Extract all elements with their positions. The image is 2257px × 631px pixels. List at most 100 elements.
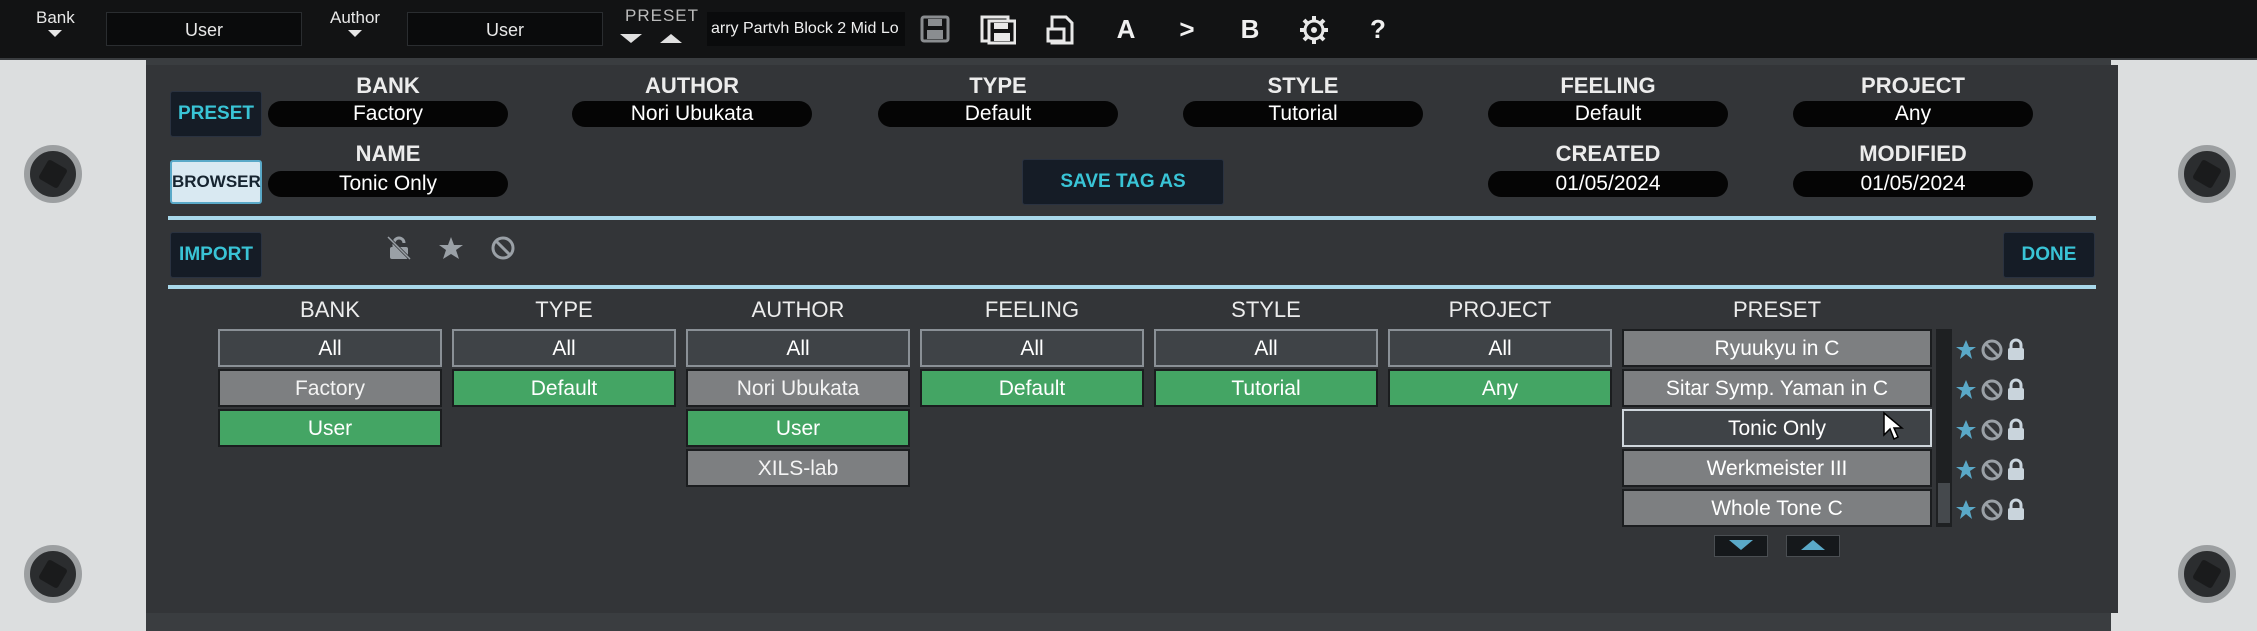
chevron-down-icon <box>1729 540 1753 550</box>
ban-icon <box>1981 339 2003 361</box>
author-dropdown-label: Author <box>330 8 381 27</box>
copy-a-to-b-button[interactable]: > <box>1165 10 1209 48</box>
list-item-project-any[interactable]: Any <box>1388 369 1612 407</box>
ban-filter-icon[interactable] <box>490 235 516 261</box>
bank-field[interactable]: User <box>106 12 302 46</box>
settings-gear-icon[interactable] <box>1292 10 1336 48</box>
list-item-type-all[interactable]: All <box>452 329 676 367</box>
tag-author-label: AUTHOR <box>644 73 740 98</box>
preset-name-field[interactable]: arry Partvh Block 2 Mid Lo <box>707 12 905 46</box>
tag-modified-value: 01/05/2024 <box>1793 171 2033 197</box>
preset-list-item[interactable]: Sitar Symp. Yaman in C <box>1622 369 1932 407</box>
preset-row-actions <box>1956 418 2026 452</box>
column-header-preset: PRESET <box>1732 297 1822 322</box>
chevron-down-icon <box>48 30 63 37</box>
chevron-up-icon <box>1801 540 1825 550</box>
list-item-author-user[interactable]: User <box>686 409 910 447</box>
page-down-button[interactable] <box>1714 535 1768 557</box>
star-filter-icon[interactable] <box>438 235 464 261</box>
list-item-style-tutorial[interactable]: Tutorial <box>1154 369 1378 407</box>
author-dropdown[interactable]: Author <box>330 8 380 37</box>
list-item-author-xils[interactable]: XILS-lab <box>686 449 910 487</box>
preset-list-item[interactable]: Werkmeister III <box>1622 449 1932 487</box>
list-item-bank-user[interactable]: User <box>218 409 442 447</box>
preset-scrollbar-thumb[interactable] <box>1938 483 1950 523</box>
column-header-project: PROJECT <box>1448 297 1552 322</box>
divider <box>168 285 2096 289</box>
column-header-author: AUTHOR <box>751 297 845 322</box>
list-item-bank-factory[interactable]: Factory <box>218 369 442 407</box>
preset-row-actions <box>1956 458 2026 492</box>
preset-list-item[interactable]: Whole Tone C <box>1622 489 1932 527</box>
screw-icon <box>24 545 82 603</box>
tag-bank-value: Factory <box>268 101 508 127</box>
divider <box>168 216 2096 220</box>
lock-icon <box>2008 498 2024 520</box>
tag-created-label: CREATED <box>1555 141 1661 166</box>
tag-name-label: NAME <box>355 141 421 166</box>
star-icon <box>1956 500 1976 519</box>
list-item-author-nori[interactable]: Nori Ubukata <box>686 369 910 407</box>
preset-browser: BANK Factory AUTHOR Nori Ubukata TYPE De… <box>146 65 2118 613</box>
page-up-button[interactable] <box>1786 535 1840 557</box>
ban-icon <box>1981 379 2003 401</box>
preset-next-icon[interactable] <box>620 34 642 43</box>
list-item-bank-all[interactable]: All <box>218 329 442 367</box>
save-as-icon[interactable] <box>976 10 1020 48</box>
tag-type-label: TYPE <box>969 73 1027 98</box>
ban-icon <box>1981 499 2003 521</box>
tag-modified-label: MODIFIED <box>1859 141 1967 166</box>
list-item-type-default[interactable]: Default <box>452 369 676 407</box>
ban-icon <box>1981 459 2003 481</box>
star-icon <box>1956 340 1976 359</box>
tag-created-value: 01/05/2024 <box>1488 171 1728 197</box>
list-item-feeling-all[interactable]: All <box>920 329 1144 367</box>
screw-icon <box>2178 545 2236 603</box>
tag-project-label: PROJECT <box>1861 73 1965 98</box>
done-button[interactable]: DONE <box>2003 232 2095 278</box>
preset-list-item[interactable]: Ryuukyu in C <box>1622 329 1932 367</box>
list-item-style-all[interactable]: All <box>1154 329 1378 367</box>
compare-a-button[interactable]: A <box>1104 10 1148 48</box>
lock-icon <box>2008 338 2024 360</box>
left-rack-ear <box>0 60 146 631</box>
help-button[interactable]: ? <box>1356 10 1400 48</box>
screw-icon <box>24 145 82 203</box>
preset-prev-icon[interactable] <box>660 34 682 43</box>
preset-row-actions <box>1956 378 2026 412</box>
preset-mode-button[interactable]: PRESET <box>170 91 262 137</box>
tag-feeling-label: FEELING <box>1560 73 1656 98</box>
list-item-project-all[interactable]: All <box>1388 329 1612 367</box>
star-icon <box>1956 460 1976 479</box>
unlock-filter-icon[interactable] <box>386 235 412 261</box>
bank-dropdown-label: Bank <box>36 8 75 27</box>
chevron-down-icon <box>348 30 363 37</box>
import-button[interactable]: IMPORT <box>170 232 262 278</box>
tag-type-value: Default <box>878 101 1118 127</box>
tag-name-value[interactable]: Tonic Only <box>268 171 508 197</box>
right-rack-ear <box>2111 60 2257 631</box>
list-item-author-all[interactable]: All <box>686 329 910 367</box>
bank-dropdown[interactable]: Bank <box>36 8 75 37</box>
lock-icon <box>2008 418 2024 440</box>
tag-style-value: Tutorial <box>1183 101 1423 127</box>
preset-row-actions <box>1956 498 2026 532</box>
load-file-icon[interactable] <box>1040 10 1084 48</box>
author-field[interactable]: User <box>407 12 603 46</box>
star-icon <box>1956 420 1976 439</box>
compare-b-button[interactable]: B <box>1228 10 1272 48</box>
tag-project-value: Any <box>1793 101 2033 127</box>
save-icon[interactable] <box>913 10 957 48</box>
save-tag-as-button[interactable]: SAVE TAG AS <box>1022 159 1224 205</box>
column-header-feeling: FEELING <box>984 297 1080 322</box>
tag-style-label: STYLE <box>1267 73 1339 98</box>
ban-icon <box>1981 419 2003 441</box>
list-item-feeling-default[interactable]: Default <box>920 369 1144 407</box>
column-header-style: STYLE <box>1231 297 1301 322</box>
screw-icon <box>2178 145 2236 203</box>
browser-mode-button[interactable]: BROWSER <box>170 160 262 204</box>
preset-label: PRESET <box>625 6 700 25</box>
preset-row-actions <box>1956 338 2026 372</box>
toolbar: Bank User Author User PRESET arry Partvh… <box>0 0 2257 59</box>
star-icon <box>1956 380 1976 399</box>
